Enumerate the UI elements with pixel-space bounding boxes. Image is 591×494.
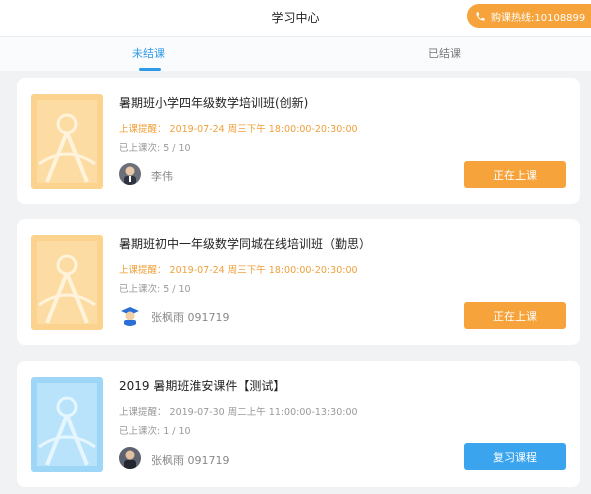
teacher-name: 张枫雨 091719 bbox=[151, 454, 230, 467]
class-reminder: 上课提醒： 2019-07-24 周三下午 18:00:00-20:30:00 bbox=[119, 265, 358, 276]
teacher-avatar bbox=[119, 304, 141, 326]
course-thumbnail bbox=[31, 235, 103, 330]
hotline-button[interactable]: 购课热线:10108899 bbox=[467, 4, 591, 28]
lesson-count: 已上课次: 5 / 10 bbox=[119, 143, 191, 154]
class-reminder: 上课提醒： 2019-07-24 周三下午 18:00:00-20:30:00 bbox=[119, 124, 358, 135]
lesson-count: 已上课次: 5 / 10 bbox=[119, 284, 191, 295]
compass-illustration bbox=[31, 235, 103, 330]
in-class-button[interactable]: 正在上课 bbox=[464, 302, 566, 329]
course-card[interactable]: 暑期班初中一年级数学同城在线培训班（勤思） 上课提醒： 2019-07-24 周… bbox=[17, 219, 580, 345]
review-course-button[interactable]: 复习课程 bbox=[464, 443, 566, 470]
course-thumbnail bbox=[31, 94, 103, 189]
course-tabs: 未结课 已结课 bbox=[0, 36, 591, 71]
class-reminder: 上课提醒： 2019-07-30 周二上午 11:00:00-13:30:00 bbox=[119, 407, 358, 418]
course-title: 2019 暑期班淮安课件【测试】 bbox=[119, 379, 286, 393]
hotline-label: 购课热线:10108899 bbox=[491, 12, 586, 24]
course-card[interactable]: 2019 暑期班淮安课件【测试】 上课提醒： 2019-07-30 周二上午 1… bbox=[17, 361, 580, 487]
course-title: 暑期班初中一年级数学同城在线培训班（勤思） bbox=[119, 237, 372, 251]
in-class-button[interactable]: 正在上课 bbox=[464, 161, 566, 188]
teacher-name: 张枫雨 091719 bbox=[151, 311, 230, 324]
compass-illustration bbox=[31, 377, 103, 472]
tab-finished[interactable]: 已结课 bbox=[428, 45, 461, 61]
compass-illustration bbox=[31, 94, 103, 189]
course-title: 暑期班小学四年级数学培训班(创新) bbox=[119, 96, 309, 110]
course-thumbnail bbox=[31, 377, 103, 472]
phone-icon bbox=[476, 11, 485, 21]
app-header: 学习中心 购课热线:10108899 bbox=[0, 0, 591, 36]
teacher-name: 李伟 bbox=[151, 170, 173, 183]
tab-ongoing[interactable]: 未结课 bbox=[132, 45, 165, 61]
active-tab-indicator bbox=[139, 68, 161, 71]
teacher-avatar bbox=[119, 447, 141, 469]
teacher-avatar bbox=[119, 163, 141, 185]
lesson-count: 已上课次: 1 / 10 bbox=[119, 426, 191, 437]
course-card[interactable]: 暑期班小学四年级数学培训班(创新) 上课提醒： 2019-07-24 周三下午 … bbox=[17, 78, 580, 204]
